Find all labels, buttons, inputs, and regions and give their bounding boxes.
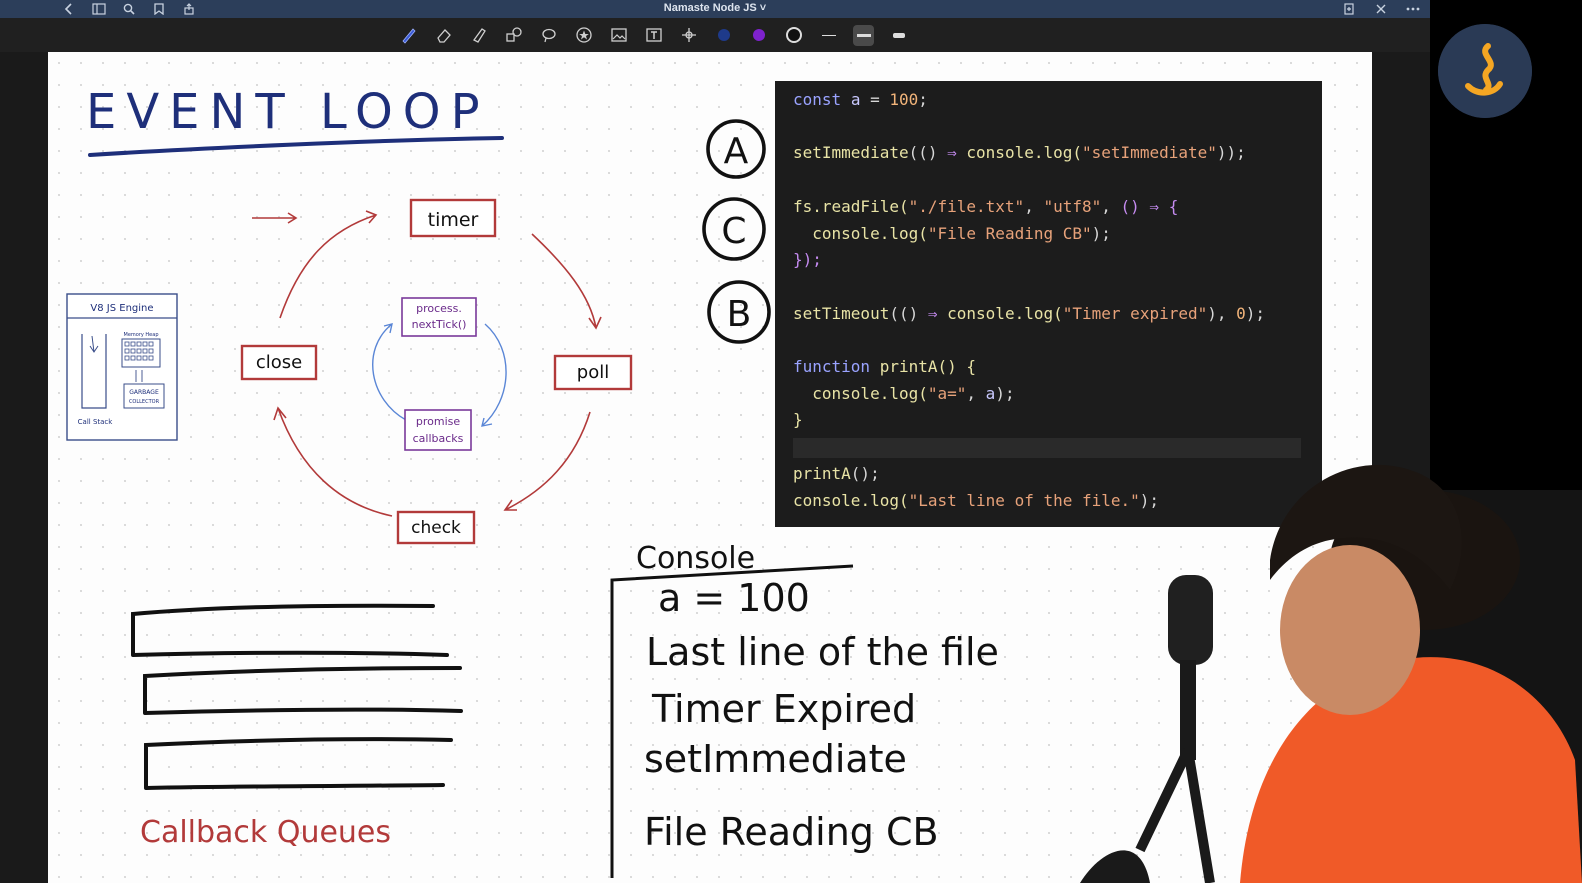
marker-b: B — [707, 280, 771, 344]
svg-text:process.: process. — [416, 302, 462, 315]
presenter-webcam — [1080, 464, 1582, 883]
svg-text:close: close — [256, 352, 302, 373]
promise-callbacks-box: promise callbacks — [404, 409, 472, 451]
svg-text:promise: promise — [416, 415, 460, 428]
svg-text:callbacks: callbacks — [413, 432, 464, 445]
code-line: } — [793, 410, 803, 430]
console-line: Timer Expired — [651, 687, 916, 731]
console-line: Last line of the file — [646, 630, 999, 674]
code-line: }); — [793, 250, 822, 270]
phase-check: check — [396, 510, 476, 545]
code-line: setImmediate(() ⇒ console.log("setImmedi… — [793, 143, 1246, 163]
console-line: File Reading CB — [644, 810, 939, 854]
code-line: setTimeout(() ⇒ console.log("Timer expir… — [793, 303, 1266, 323]
svg-text:poll: poll — [577, 362, 609, 383]
phase-timer: timer — [409, 198, 497, 238]
svg-text:check: check — [411, 518, 461, 538]
svg-text:nextTick(): nextTick() — [412, 318, 467, 331]
code-line: console.log("a=", a); — [812, 383, 1015, 403]
svg-text:COLLECTOR: COLLECTOR — [129, 399, 160, 405]
code-line: function printA() { — [793, 357, 977, 377]
console-line: setImmediate — [644, 737, 907, 781]
code-line: console.log("File Reading CB"); — [812, 223, 1111, 243]
svg-text:Call Stack: Call Stack — [78, 418, 114, 426]
svg-text:B: B — [727, 294, 752, 335]
svg-text:C: C — [721, 211, 746, 252]
code-line: const a = 100; — [793, 90, 928, 109]
heading-event-loop: EVENT LOOP — [86, 84, 490, 140]
heading-underline — [88, 136, 504, 157]
svg-text:Memory Heap: Memory Heap — [124, 332, 159, 338]
code-line: fs.readFile("./file.txt", "utf8", () ⇒ { — [793, 196, 1179, 216]
svg-text:timer: timer — [428, 209, 479, 231]
phase-close: close — [240, 344, 318, 381]
marker-c: C — [702, 197, 766, 261]
callback-queues-label: Callback Queues — [140, 815, 391, 850]
svg-text:A: A — [724, 131, 749, 172]
console-title: Console — [636, 541, 755, 576]
app-window: Namaste Node JS ˅ EVENT LOOP timer poll … — [0, 0, 1582, 883]
callback-queues — [131, 603, 463, 790]
marker-a: A — [706, 119, 766, 179]
v8-engine-box: V8 JS Engine Call Stack Memory Heap GARB… — [66, 293, 178, 441]
code-line: printA(); — [793, 463, 880, 483]
svg-text:V8 JS Engine: V8 JS Engine — [90, 303, 153, 314]
next-tick-box: process. nextTick() — [401, 297, 477, 337]
console-line: a = 100 — [658, 576, 810, 620]
svg-text:GARBAGE: GARBAGE — [129, 389, 159, 396]
phase-poll: poll — [553, 354, 633, 391]
